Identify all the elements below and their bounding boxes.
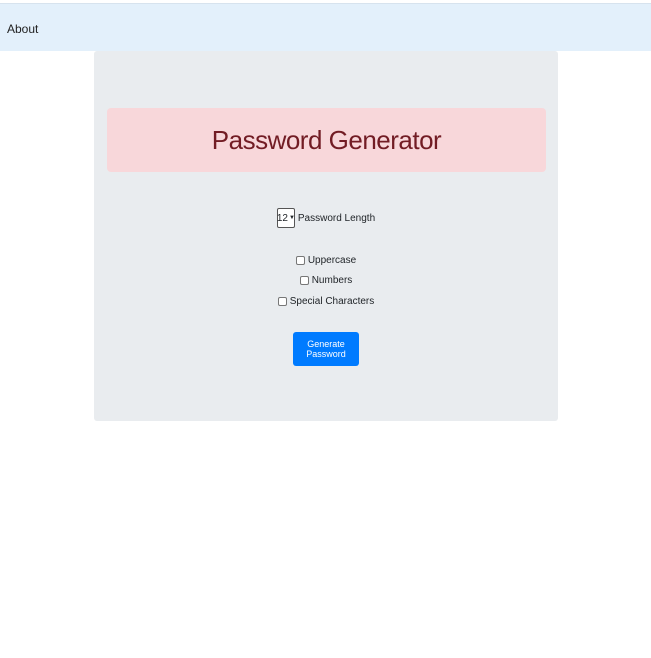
option-numbers: Numbers (94, 275, 558, 286)
numbers-label: Numbers (311, 275, 353, 286)
top-navbar: About (0, 3, 651, 51)
password-length-row: 12 ▼ Password Length (94, 208, 558, 228)
nav-about-link[interactable]: About (7, 22, 38, 36)
password-length-value: 12 (276, 212, 288, 224)
option-uppercase: Uppercase (94, 255, 558, 266)
password-length-label: Password Length (297, 212, 376, 224)
password-length-select[interactable]: 12 ▼ (277, 208, 295, 228)
uppercase-checkbox[interactable] (295, 256, 305, 265)
generator-card: Password Generator 12 ▼ Password Length … (94, 51, 558, 421)
special-characters-checkbox[interactable] (277, 297, 287, 306)
chevron-down-icon: ▼ (288, 215, 295, 221)
uppercase-label: Uppercase (307, 255, 357, 266)
special-characters-label: Special Characters (289, 296, 375, 307)
page-title: Password Generator (211, 124, 442, 155)
generate-password-button[interactable]: Generate Password (293, 332, 359, 366)
title-banner: Password Generator (107, 108, 546, 172)
option-special-characters: Special Characters (94, 296, 558, 307)
numbers-checkbox[interactable] (299, 276, 309, 285)
